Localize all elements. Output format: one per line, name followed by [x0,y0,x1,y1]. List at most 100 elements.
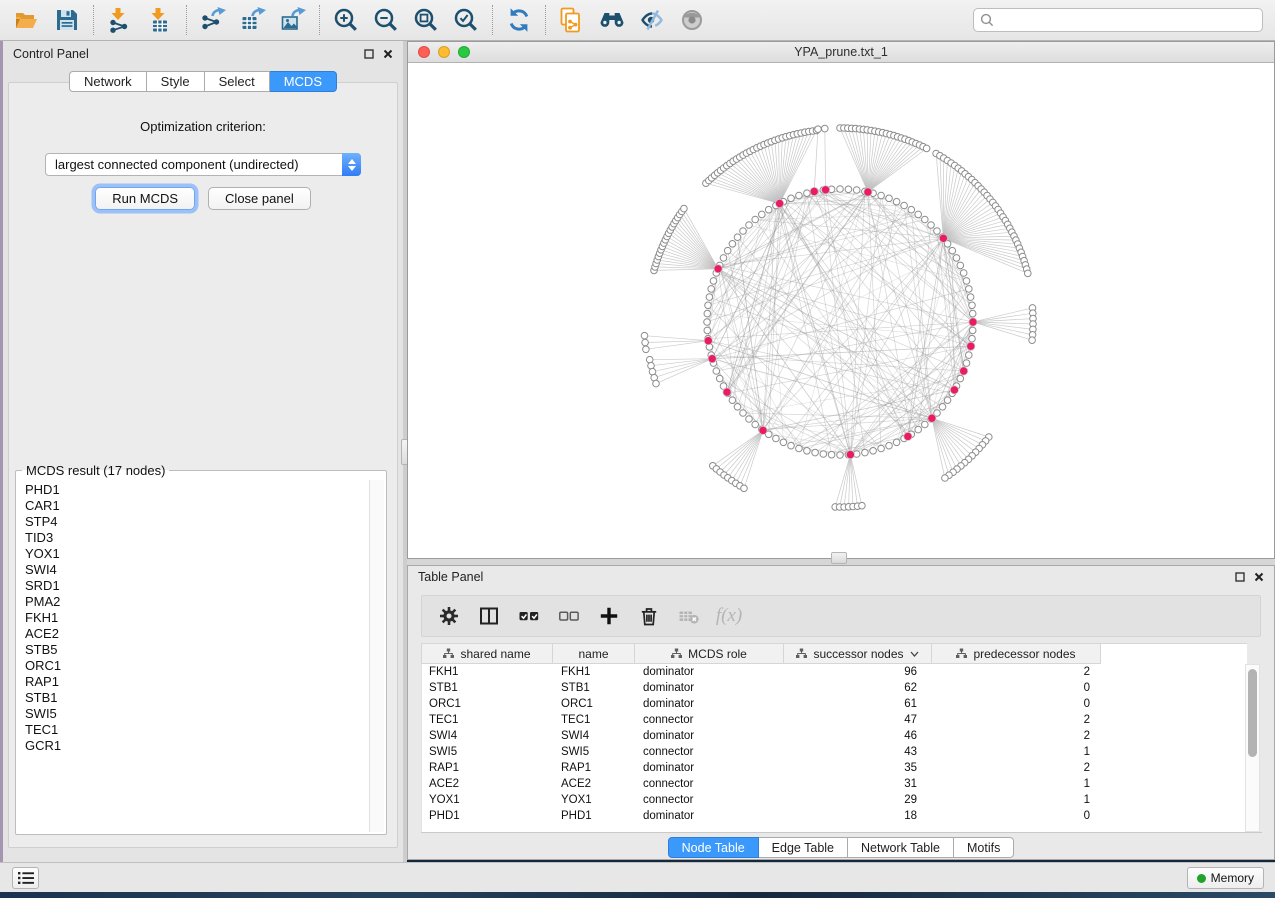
show-details-icon[interactable] [675,3,708,37]
network-window-titlebar[interactable]: YPA_prune.txt_1 [408,42,1274,63]
table-row[interactable]: SWI4SWI4dominator462 [422,728,1247,744]
list-item[interactable]: FKH1 [25,610,369,626]
cell-MCDS-role: dominator [636,760,785,776]
cell-MCDS-role: dominator [636,664,785,680]
list-scrollbar[interactable] [369,480,384,832]
add-column-icon[interactable] [598,605,620,627]
list-item[interactable]: TEC1 [25,722,369,738]
list-item[interactable]: GCR1 [25,738,369,754]
cell-shared-name: ACE2 [422,776,554,792]
column-header-name[interactable]: name [553,643,635,664]
column-header-predecessor-nodes[interactable]: predecessor nodes [932,643,1101,664]
task-history-button[interactable] [12,867,39,889]
splitter-handle[interactable] [831,552,847,564]
close-panel-button[interactable]: Close panel [208,187,311,210]
table-scrollbar[interactable] [1245,664,1260,832]
delete-table-icon[interactable] [678,605,700,627]
network-canvas[interactable] [408,63,1274,558]
tab-node-table[interactable]: Node Table [668,837,759,858]
column-layout-icon[interactable] [478,605,500,627]
list-item[interactable]: SWI5 [25,706,369,722]
column-header-MCDS-role[interactable]: MCDS role [635,643,784,664]
tab-motifs[interactable]: Motifs [954,837,1014,858]
zoom-selected-icon[interactable] [449,3,482,37]
list-item[interactable]: RAP1 [25,674,369,690]
hide-details-icon[interactable] [635,3,668,37]
tab-mcds[interactable]: MCDS [270,71,337,92]
table-row[interactable]: YOX1YOX1connector291 [422,792,1247,808]
table-row[interactable]: SWI5SWI5connector431 [422,744,1247,760]
table-row[interactable]: STB1STB1dominator620 [422,680,1247,696]
list-item[interactable]: ORC1 [25,658,369,674]
table-row[interactable]: ACE2ACE2connector311 [422,776,1247,792]
tab-style[interactable]: Style [147,71,205,92]
close-panel-icon[interactable] [1254,572,1264,582]
search-input[interactable] [999,13,1256,27]
gear-icon[interactable] [438,605,460,627]
minimize-window-button[interactable] [438,46,450,58]
import-table-icon[interactable] [143,3,176,37]
memory-button[interactable]: Memory [1187,867,1264,889]
maximize-window-button[interactable] [458,46,470,58]
table-row[interactable]: RAP1RAP1dominator352 [422,760,1247,776]
list-item[interactable]: STB1 [25,690,369,706]
cell-successor-nodes: 47 [785,712,933,728]
column-header-shared-name[interactable]: shared name [421,643,553,664]
cell-name: RAP1 [554,760,636,776]
function-builder-icon[interactable]: f(x) [718,605,740,627]
new-network-icon[interactable] [555,3,588,37]
list-item[interactable]: ACE2 [25,626,369,642]
export-image-icon[interactable] [276,3,309,37]
save-session-icon[interactable] [50,3,83,37]
select-all-icon[interactable] [518,605,540,627]
open-session-icon[interactable] [10,3,43,37]
cell-successor-nodes: 62 [785,680,933,696]
zoom-out-icon[interactable] [369,3,402,37]
export-network-icon[interactable] [196,3,229,37]
zoom-in-icon[interactable] [329,3,362,37]
network-graph[interactable] [408,63,1274,558]
toolbar-separator [492,5,493,35]
find-icon[interactable] [595,3,628,37]
search-box[interactable] [973,8,1263,32]
mcds-result-list[interactable]: PHD1CAR1STP4TID3YOX1SWI4SRD1PMA2FKH1ACE2… [18,480,369,832]
run-mcds-button[interactable]: Run MCDS [95,187,195,210]
cell-name: STB1 [554,680,636,696]
column-header-successor-nodes[interactable]: successor nodes [784,643,932,664]
scrollbar-thumb[interactable] [1248,669,1257,757]
tab-network-table[interactable]: Network Table [848,837,954,858]
list-item[interactable]: STP4 [25,514,369,530]
float-panel-icon[interactable] [364,49,374,59]
tab-edge-table[interactable]: Edge Table [759,837,848,858]
deselect-all-icon[interactable] [558,605,580,627]
table-row[interactable]: PHD1PHD1dominator180 [422,808,1247,824]
list-item[interactable]: TID3 [25,530,369,546]
close-panel-icon[interactable] [383,49,393,59]
cell-successor-nodes: 35 [785,760,933,776]
list-item[interactable]: YOX1 [25,546,369,562]
list-item[interactable]: PMA2 [25,594,369,610]
delete-column-icon[interactable] [638,605,660,627]
list-item[interactable]: CAR1 [25,498,369,514]
list-item[interactable]: SRD1 [25,578,369,594]
zoom-fit-icon[interactable] [409,3,442,37]
table-row[interactable]: ORC1ORC1dominator610 [422,696,1247,712]
apply-layout-icon[interactable] [502,3,535,37]
shared-column-icon [956,648,967,659]
export-table-icon[interactable] [236,3,269,37]
table-panel-title: Table Panel [418,570,483,584]
cell-predecessor-nodes: 0 [933,696,1102,712]
table-row[interactable]: FKH1FKH1dominator962 [422,664,1247,680]
tab-select[interactable]: Select [205,71,270,92]
close-window-button[interactable] [418,46,430,58]
table-row[interactable]: TEC1TEC1connector472 [422,712,1247,728]
float-panel-icon[interactable] [1235,572,1245,582]
criterion-select[interactable]: largest connected component (undirected) [45,153,361,176]
tab-network[interactable]: Network [69,71,147,92]
list-item[interactable]: SWI4 [25,562,369,578]
cell-predecessor-nodes: 2 [933,664,1102,680]
table-body[interactable]: FKH1FKH1dominator962STB1STB1dominator620… [421,664,1247,832]
import-network-icon[interactable] [103,3,136,37]
list-item[interactable]: STB5 [25,642,369,658]
list-item[interactable]: PHD1 [25,482,369,498]
